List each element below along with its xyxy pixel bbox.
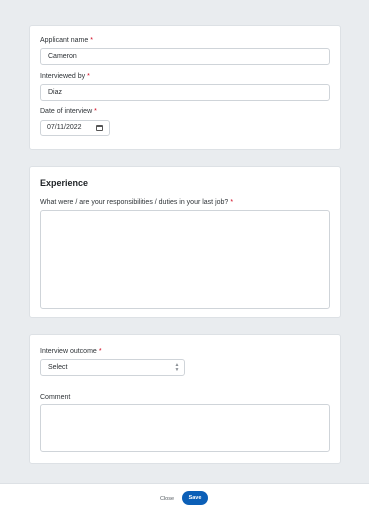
responsibilities-textarea[interactable]	[40, 210, 330, 309]
applicant-name-label: Applicant name *	[40, 36, 93, 45]
required-mark: *	[94, 108, 97, 115]
comment-textarea[interactable]	[40, 404, 330, 452]
responsibilities-label: What were / are your responsibilities / …	[40, 198, 233, 207]
save-button[interactable]: Save	[182, 491, 208, 505]
interview-outcome-label: Interview outcome *	[40, 347, 102, 356]
required-mark: *	[230, 199, 234, 206]
interview-outcome-selected: Select	[48, 364, 68, 371]
outcome-card: Interview outcome * Select ▲ ▼ Comment	[29, 334, 341, 464]
experience-card: Experience What were / are your responsi…	[29, 166, 341, 318]
select-arrows-icon: ▲ ▼	[174, 362, 180, 373]
date-value: 07/11/2022	[47, 124, 82, 131]
required-mark: *	[87, 73, 90, 80]
interview-outcome-label-text: Interview outcome	[40, 348, 97, 355]
applicant-card: Applicant name * Cameron Interviewed by * …	[29, 25, 341, 150]
required-mark: *	[90, 37, 93, 44]
responsibilities-label-text: What were / are your responsibilities / …	[40, 199, 229, 206]
date-of-interview-label-text: Date of interview	[40, 108, 93, 115]
form-footer: Close Save	[0, 483, 369, 512]
interviewed-by-input[interactable]: Diaz	[40, 84, 330, 101]
applicant-name-label-text: Applicant name	[40, 37, 89, 44]
date-of-interview-input[interactable]: 07/11/2022	[40, 120, 110, 136]
date-of-interview-label: Date of interview *	[40, 107, 97, 116]
comment-label: Comment	[40, 394, 71, 401]
experience-title: Experience	[40, 178, 89, 188]
close-button[interactable]: Close	[154, 493, 180, 505]
interviewed-by-label-text: Interviewed by	[40, 73, 86, 80]
applicant-name-input[interactable]: Cameron	[40, 48, 330, 65]
calendar-icon[interactable]	[96, 125, 103, 131]
required-mark: *	[98, 348, 102, 355]
interview-outcome-select[interactable]: Select ▲ ▼	[40, 359, 185, 376]
interviewed-by-label: Interviewed by *	[40, 72, 90, 81]
